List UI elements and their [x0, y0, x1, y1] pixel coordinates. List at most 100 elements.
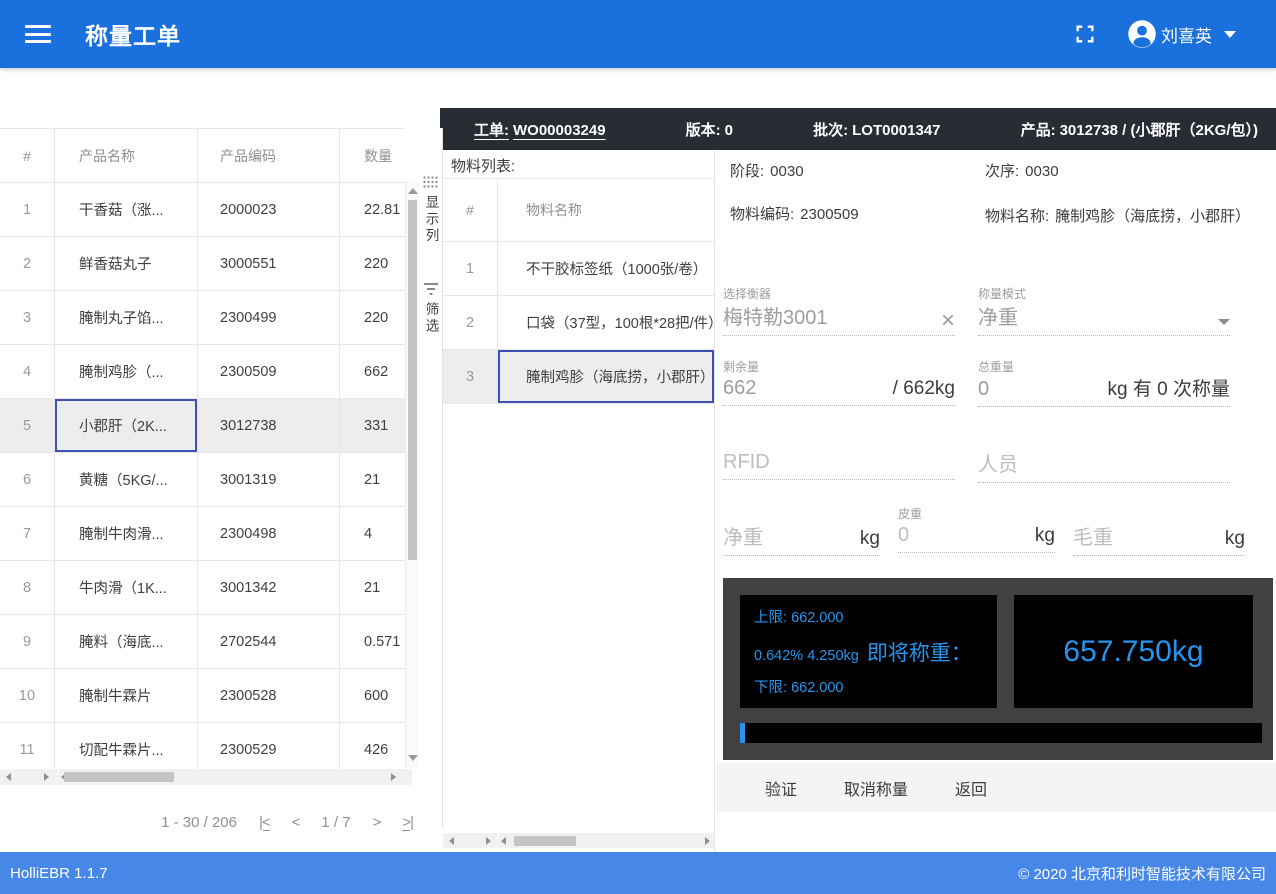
remaining-suffix: / 662kg — [893, 378, 955, 400]
scrollbar-thumb[interactable] — [408, 200, 417, 560]
menu-icon[interactable] — [25, 25, 51, 43]
page-indicator: 1 / 7 — [321, 814, 350, 831]
next-page-icon[interactable]: > — [373, 814, 381, 831]
scroll-left-icon[interactable] — [449, 837, 454, 845]
material-hscrollbar-left[interactable] — [443, 833, 497, 848]
user-name[interactable]: 刘喜英 — [1161, 22, 1212, 47]
person-field[interactable]: 人员 — [978, 448, 1230, 483]
sequence-value: 0030 — [1025, 163, 1058, 180]
order-number[interactable]: 工单:WO00003249 — [474, 119, 610, 140]
back-button[interactable]: 返回 — [955, 776, 987, 800]
tare-weight-label: 皮重 — [898, 505, 1055, 521]
chevron-down-icon[interactable] — [1218, 319, 1230, 325]
material-table: # 物料名称 1不干胶标签纸（1000张/卷）2口袋（37型，100根*28把/… — [443, 178, 714, 404]
gross-weight-unit: kg — [1225, 528, 1245, 550]
table-row[interactable]: 3腌制丸子馅...2300499220 — [0, 291, 405, 345]
lower-limit-value: 662.000 — [791, 680, 843, 696]
material-code-field: 物料编码:2300509 — [730, 205, 859, 225]
tare-weight-unit: kg — [1035, 525, 1055, 547]
table-cell: 1 — [443, 242, 498, 295]
table-row[interactable]: 9腌料（海底...27025440.571 — [0, 615, 405, 669]
material-code-value: 2300509 — [800, 206, 858, 223]
table-cell: 2300509 — [198, 345, 340, 398]
table-cell: 腌制牛肉滑... — [55, 507, 198, 560]
remaining-value[interactable]: 662 — [723, 377, 756, 400]
gross-weight-field[interactable]: 毛重 kg — [1073, 505, 1245, 556]
first-page-icon[interactable]: |< — [259, 814, 270, 831]
material-hscrollbar[interactable] — [498, 833, 714, 848]
table-row[interactable]: 2口袋（37型，100根*28把/件） — [443, 296, 714, 350]
work-order-vertical-scrollbar[interactable] — [405, 181, 419, 768]
scroll-right-icon[interactable] — [486, 837, 491, 845]
stage-value: 0030 — [770, 163, 803, 180]
weighing-progress-bar — [740, 723, 1262, 743]
sequence-label: 次序: — [985, 163, 1019, 180]
remaining-label: 剩余量 — [723, 358, 955, 374]
scroll-right-icon[interactable] — [44, 773, 49, 781]
scrollbar-thumb[interactable] — [514, 836, 576, 846]
verify-button[interactable]: 验证 — [765, 776, 797, 800]
table-cell: 不干胶标签纸（1000张/卷） — [498, 242, 714, 295]
person-input[interactable]: 人员 — [978, 448, 1018, 477]
scroll-left-icon[interactable] — [6, 773, 11, 781]
table-row[interactable]: 4腌制鸡胗（...2300509662 — [0, 345, 405, 399]
table-row[interactable]: 10腌制牛霖片2300528600 — [0, 669, 405, 723]
net-weight-input[interactable]: 净重 — [723, 521, 763, 550]
table-row[interactable]: 7腌制牛肉滑...23004984 — [0, 507, 405, 561]
user-avatar-icon[interactable] — [1127, 19, 1157, 49]
material-name-value: 腌制鸡胗（海底捞，小郡肝） — [1055, 208, 1250, 225]
upper-limit: 上限: 662.000 — [754, 606, 983, 627]
product-label: 产品: — [1021, 122, 1056, 139]
table-row[interactable]: 6黄糖（5KG/...300131921 — [0, 453, 405, 507]
table-cell: 220 — [340, 237, 405, 290]
tare-weight-input[interactable]: 0 — [898, 524, 909, 547]
work-order-hscrollbar[interactable] — [58, 769, 412, 785]
table-cell: 鲜香菇丸子 — [55, 237, 198, 290]
table-row[interactable]: 2鲜香菇丸子3000551220 — [0, 237, 405, 291]
work-order-hscrollbar-left[interactable] — [0, 769, 57, 785]
last-page-icon[interactable]: >| — [402, 814, 413, 831]
tare-weight-field[interactable]: 皮重 0 kg — [898, 505, 1055, 553]
order-value: WO00003249 — [513, 122, 606, 139]
scroll-right-icon[interactable] — [705, 837, 710, 845]
table-row[interactable]: 3腌制鸡胗（海底捞，小郡肝） — [443, 350, 714, 404]
header-right: 刘喜英 — [1073, 19, 1276, 49]
weighing-prompt: 即将称重： — [867, 637, 972, 667]
user-menu-caret-icon[interactable] — [1224, 31, 1236, 38]
table-cell: 腌制牛霖片 — [55, 669, 198, 722]
scale-select-field[interactable]: 选择衡器 梅特勒3001× — [723, 285, 955, 336]
cancel-weighing-button[interactable]: 取消称量 — [844, 776, 908, 800]
scroll-right-icon[interactable] — [391, 773, 396, 781]
table-row[interactable]: 5小郡肝（2K...3012738331 — [0, 399, 405, 453]
table-cell: 3 — [443, 350, 498, 403]
filter-button[interactable]: 筛选 — [421, 283, 441, 335]
rfid-input[interactable]: RFID — [723, 451, 770, 474]
upper-limit-label: 上限: — [754, 610, 787, 626]
scroll-up-icon[interactable] — [408, 188, 418, 194]
table-cell: 21 — [340, 561, 405, 614]
weigh-mode-field[interactable]: 称量模式 净重 — [978, 285, 1230, 336]
scroll-down-icon[interactable] — [408, 755, 418, 761]
table-cell: 2300528 — [198, 669, 340, 722]
table-cell: 21 — [340, 453, 405, 506]
fullscreen-icon[interactable] — [1073, 22, 1097, 46]
table-cell: 3 — [0, 291, 55, 344]
table-cell: 22.81 — [340, 183, 405, 236]
material-name-label: 物料名称: — [985, 208, 1049, 225]
gross-weight-input[interactable]: 毛重 — [1073, 521, 1113, 550]
table-row[interactable]: 1不干胶标签纸（1000张/卷） — [443, 242, 714, 296]
page-title: 称量工单 — [85, 17, 181, 51]
table-row[interactable]: 1干香菇（涨...200002322.81 — [0, 183, 405, 237]
clear-icon[interactable]: × — [941, 312, 955, 330]
previous-page-icon[interactable]: < — [292, 814, 300, 831]
scrollbar-thumb[interactable] — [64, 772, 174, 782]
rfid-field[interactable]: RFID — [723, 448, 955, 480]
show-columns-button[interactable]: 显示列 — [421, 176, 441, 245]
total-weight-value[interactable]: 0 — [978, 378, 989, 401]
weighing-detail-panel: 阶段:0030 次序:0030 物料编码:2300509 物料名称:腌制鸡胗（海… — [716, 150, 1276, 852]
table-row[interactable]: 8牛肉滑（1K...300134221 — [0, 561, 405, 615]
scroll-left-icon[interactable] — [501, 837, 506, 845]
net-weight-field[interactable]: 净重kg — [723, 505, 880, 556]
order-product: 产品:3012738 / (小郡肝（2KG/包）) — [1021, 119, 1262, 140]
material-table-body: 1不干胶标签纸（1000张/卷）2口袋（37型，100根*28把/件）3腌制鸡胗… — [443, 242, 714, 404]
